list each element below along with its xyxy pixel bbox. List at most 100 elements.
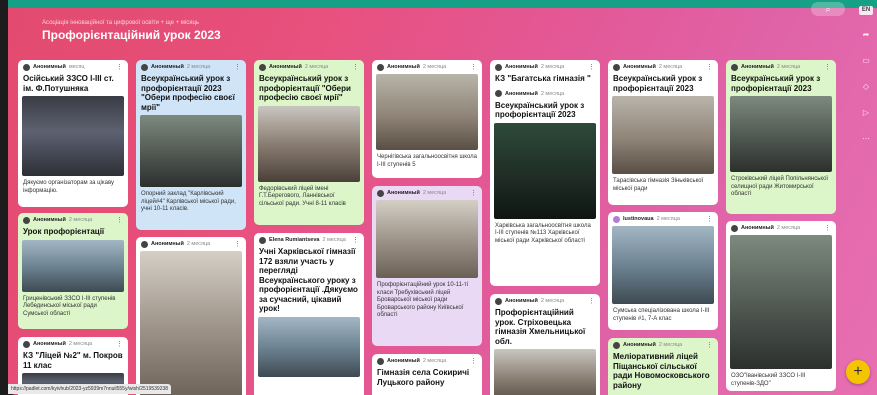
avatar: [613, 341, 620, 349]
post-image[interactable]: [22, 96, 124, 176]
remake-icon[interactable]: ◇: [860, 81, 872, 93]
post-image[interactable]: [612, 96, 714, 174]
post-author: Анонимный: [741, 225, 774, 231]
more-options-icon[interactable]: ⋮: [116, 63, 123, 71]
post-card[interactable]: Анонимный 2 месяца ⋮ Всеукраїнський урок…: [136, 60, 246, 230]
post-card[interactable]: Elena Rumiantseva 2 месяца ⋮ Учні Харків…: [254, 233, 364, 395]
post-header: Анонимный 2 месяца ⋮: [608, 60, 718, 74]
post-header: Анонимный 2 месяца ⋮: [490, 60, 600, 74]
post-image[interactable]: [494, 349, 596, 395]
post-image[interactable]: [730, 96, 832, 172]
avatar: [495, 90, 502, 97]
more-options-icon[interactable]: ⋮: [588, 297, 595, 305]
padlet-board: Асоціація інноваційної та цифрової освіт…: [8, 0, 877, 395]
avatar: [141, 63, 148, 71]
post-title: Всеукраїнський урок з профорієнтації 202…: [731, 74, 821, 93]
post-card[interactable]: Анонимный 2 месяца ⋮: [136, 237, 246, 395]
post-card[interactable]: Анонимный 2 месяца ⋮ Урок профорієнтації…: [18, 213, 128, 329]
post-title: Меліоративний ліцей Піщанської сільської…: [613, 352, 710, 390]
more-options-icon[interactable]: ⋮: [116, 340, 123, 348]
post-time: 2 месяца: [322, 237, 346, 243]
post-time: 2 месяца: [540, 64, 565, 70]
more-options-icon[interactable]: ⋮: [352, 63, 359, 71]
post-time: месяц: [68, 64, 85, 70]
post-image[interactable]: [22, 239, 124, 292]
more-options-icon[interactable]: ⋮: [824, 63, 831, 71]
post-card[interactable]: Анонимный 2 месяца ⋮ Всеукраїнський урок…: [608, 60, 718, 205]
post-image[interactable]: [494, 122, 596, 219]
post-image[interactable]: [376, 74, 478, 150]
post-caption: Федорівський ліцей імені Г.Т.Берегового,…: [259, 185, 346, 207]
post-author: Анонимный: [741, 64, 774, 70]
post-author: Анонимный: [33, 217, 66, 223]
more-options-icon[interactable]: ⋮: [706, 341, 713, 349]
post-header: Анонимный 2 месяца ⋮: [372, 186, 482, 200]
post-author: lustinovaua: [623, 216, 654, 222]
more-options-icon[interactable]: ⋮: [116, 216, 123, 224]
search-icon: ⌕: [825, 4, 831, 14]
post-author: Анонимный: [151, 241, 184, 247]
more-options-icon[interactable]: ⋮: [706, 215, 713, 223]
slideshow-icon[interactable]: ▭: [860, 55, 872, 67]
post-time: 2 месяца: [68, 217, 93, 223]
post-author: Анонимный: [151, 64, 184, 70]
more-options-icon[interactable]: ⋮: [588, 63, 595, 71]
settings-icon[interactable]: ▷: [860, 107, 872, 119]
more-options-icon[interactable]: ⋮: [706, 63, 713, 71]
post-caption: Харківська загальноосвітня школа І-ІІІ с…: [495, 222, 591, 244]
post-time: 2 месяца: [68, 341, 93, 347]
avatar: [377, 63, 384, 71]
more-options-icon[interactable]: ⋮: [234, 63, 241, 71]
post-caption: Тарасівська гімназія Зіньківської місько…: [613, 178, 704, 192]
post-header: Анонимный 2 месяца ⋮: [726, 60, 836, 74]
post-time: 2 месяца: [656, 216, 680, 222]
more-options-icon[interactable]: ⋮: [470, 189, 477, 197]
post-author: Анонимный: [505, 298, 538, 304]
post-author: Анонимный: [33, 64, 66, 70]
post-card[interactable]: Анонимный 2 месяца ⋮ Профорієнтаційний у…: [490, 294, 600, 395]
avatar: [613, 63, 620, 71]
post-card[interactable]: Анонимный 2 месяца ⋮ Чернігівська загаль…: [372, 60, 482, 178]
add-post-button[interactable]: +: [846, 360, 870, 384]
search-button[interactable]: ⌕: [811, 2, 845, 16]
post-title: Урок профорієнтації: [23, 227, 105, 236]
post-card[interactable]: Анонимный 2 месяца ⋮ Профорієнтаційний у…: [372, 186, 482, 346]
post-card[interactable]: Анонимный 2 месяца ⋮ ОЗО"Іванівський ЗЗС…: [726, 221, 836, 391]
post-image[interactable]: [140, 251, 242, 395]
post-time: 2 месяца: [658, 64, 683, 70]
post-image[interactable]: [730, 235, 832, 369]
post-card[interactable]: Анонимный месяц ⋮ Осійський ЗЗСО І-ІІІ с…: [18, 60, 128, 207]
post-image[interactable]: [258, 105, 360, 182]
post-title: Всеукраїнський урок з профорієнтації 202…: [141, 74, 235, 112]
post-title: Всеукраїнський урок з профорієнтації "Об…: [259, 74, 351, 102]
avatar: [495, 297, 502, 305]
post-author: Анонимный: [505, 90, 538, 97]
post-caption: Дякуємо організаторам за цікаву інформац…: [23, 180, 115, 194]
post-card[interactable]: lustinovaua 2 месяца ⋮ Сумська спеціаліз…: [608, 212, 718, 330]
post-card[interactable]: Анонимный 2 месяца ⋮ Всеукраїнський урок…: [254, 60, 364, 225]
more-options-icon[interactable]: ⋮: [470, 357, 477, 365]
post-header: Анонимный 2 месяца ⋮: [136, 237, 246, 251]
language-badge[interactable]: EN: [859, 6, 873, 15]
more-icon[interactable]: ⋯: [860, 133, 872, 145]
post-image[interactable]: [140, 115, 242, 187]
post-caption: Чернігівська загальноосвітня школа І-ІІІ…: [377, 154, 477, 168]
right-toolbar: EN ➦ ▭ ◇ ▷ ⋯: [855, 0, 877, 395]
more-options-icon[interactable]: ⋮: [824, 224, 831, 232]
post-time: 2 месяца: [422, 358, 447, 364]
post-image[interactable]: [612, 226, 714, 304]
more-options-icon[interactable]: ⋮: [470, 63, 477, 71]
share-icon[interactable]: ➦: [860, 29, 872, 41]
post-card[interactable]: Анонимный 2 месяца ⋮ Гімназія села Сокир…: [372, 354, 482, 395]
post-card[interactable]: Анонимный 2 месяца ⋮ КЗ "Багатська гімна…: [490, 60, 600, 286]
post-card[interactable]: Анонимный 2 месяца ⋮ Меліоративний ліцей…: [608, 338, 718, 395]
more-options-icon[interactable]: ⋮: [234, 240, 241, 248]
post-time: 2 месяца: [776, 64, 801, 70]
more-options-icon[interactable]: ⋮: [352, 236, 359, 244]
post-image[interactable]: [258, 316, 360, 377]
post-caption: ОЗО"Іванівський ЗЗСО І-ІІІ ступенів-ЗДО": [731, 373, 806, 387]
post-title: Осійський ЗЗСО І-ІІІ ст. ім. Ф.Потушняка: [23, 74, 114, 93]
post-image[interactable]: [376, 200, 478, 278]
post-card[interactable]: Анонимный 2 месяца ⋮ Всеукраїнський урок…: [726, 60, 836, 214]
post-caption: Строківський ліцей Попільнянської селищн…: [731, 176, 829, 197]
